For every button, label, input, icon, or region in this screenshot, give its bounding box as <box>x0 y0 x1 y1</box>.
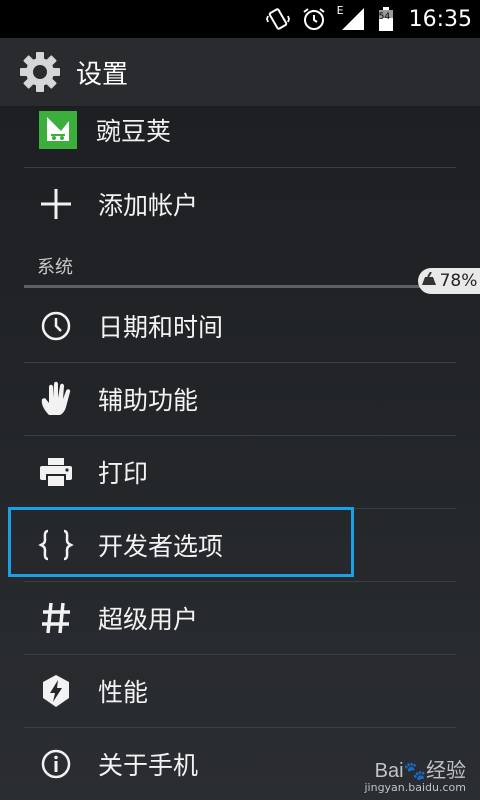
list-item-label: 辅助功能 <box>98 386 199 415</box>
cleaner-icon <box>421 271 437 291</box>
list-item-print[interactable]: 打印 <box>24 436 456 508</box>
list-item-date-time[interactable]: 日期和时间 <box>24 290 456 362</box>
battery-percent: 78% <box>439 271 478 291</box>
watermark-brand-suffix: 经验 <box>426 760 466 782</box>
watermark-brand: Bai🐾经验 <box>375 754 466 783</box>
status-bar: E 54 16:35 <box>0 0 480 38</box>
vibrate-icon <box>265 6 291 32</box>
highlight-box <box>8 507 354 577</box>
bolt-icon <box>34 669 78 713</box>
watermark-brand-prefix: Bai <box>374 760 404 782</box>
section-header-system: 系统 <box>37 257 73 278</box>
list-item-label: 超级用户 <box>98 605 199 634</box>
list-item-accessibility[interactable]: 辅助功能 <box>24 363 456 435</box>
list-item-label: 性能 <box>98 678 149 707</box>
list-item-label: 关于手机 <box>98 751 199 780</box>
watermark-url: jingyan.baidu.com <box>364 781 466 794</box>
signal-icon: E <box>336 4 367 32</box>
list-item-performance[interactable]: 性能 <box>24 655 456 727</box>
battery-icon: 54 <box>377 6 395 32</box>
list-item-label: 添加帐户 <box>98 191 199 220</box>
hand-icon <box>34 377 78 421</box>
hash-icon <box>34 596 78 640</box>
printer-icon <box>34 450 78 494</box>
info-icon <box>34 742 78 786</box>
page-title: 设置 <box>76 59 129 90</box>
battery-floating-badge[interactable]: 78% <box>418 268 480 294</box>
alarm-icon <box>301 6 327 32</box>
baidu-watermark: Bai🐾经验 jingyan.baidu.com <box>364 754 466 794</box>
section-divider <box>24 285 432 288</box>
list-item-label: 打印 <box>98 459 149 488</box>
clock-time: 16:35 <box>408 6 472 32</box>
wandoujia-app-icon <box>36 108 80 152</box>
plus-icon <box>34 182 78 226</box>
list-item-wandoujia[interactable]: 豌豆荚 <box>24 94 456 166</box>
list-item-superuser[interactable]: 超级用户 <box>24 582 456 654</box>
battery-level-text: 54 <box>378 12 391 22</box>
gear-icon[interactable] <box>18 50 62 94</box>
list-item-label: 日期和时间 <box>98 313 224 342</box>
network-type-label: E <box>336 4 344 17</box>
paw-icon: 🐾 <box>403 761 426 781</box>
clock-icon <box>34 304 78 348</box>
list-item-add-account[interactable]: 添加帐户 <box>24 168 456 240</box>
list-item-label: 豌豆荚 <box>96 117 172 146</box>
